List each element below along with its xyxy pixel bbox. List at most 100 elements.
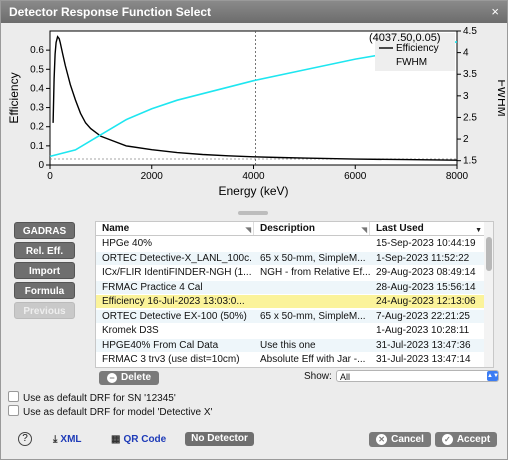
default-model-label: Use as default DRF for model 'Detective … bbox=[23, 407, 213, 418]
y2-tick-label: 1.5 bbox=[463, 156, 477, 167]
cell-last-used: 1-Aug-2023 10:28:11 bbox=[376, 325, 470, 336]
xml-label: XML bbox=[60, 434, 82, 445]
no-detector-button[interactable]: No Detector bbox=[185, 432, 254, 446]
y-tick-label: 0.2 bbox=[30, 122, 44, 133]
scrollbar-thumb[interactable] bbox=[486, 237, 492, 271]
sort-icon[interactable]: ◥ bbox=[362, 224, 367, 237]
cell-name: ICx/FLIR IdentiFINDER-NGH (1... bbox=[102, 267, 252, 278]
table-row[interactable]: FRMAC Practice 4 Cal 28-Aug-2023 15:56:14 bbox=[96, 280, 484, 294]
cell-description: Use this one bbox=[260, 339, 316, 351]
source-button-1[interactable]: Rel. Eff. bbox=[14, 242, 75, 259]
default-sn-checkbox[interactable]: Use as default DRF for SN '12345' bbox=[8, 391, 176, 404]
show-select[interactable]: All ▲▼ bbox=[336, 370, 499, 382]
x-tick-label: 2000 bbox=[141, 171, 164, 182]
y2-tick-label: 3.5 bbox=[463, 69, 477, 80]
drf-chart[interactable]: 0 2000 4000 6000 8000 0 0.1 0.2 0.3 0.4 0.5 0.6 1.5 2… bbox=[5, 25, 505, 205]
drf-source-buttons: GADRAS Rel. Eff. Import Formula Previous bbox=[14, 222, 75, 322]
column-header-name[interactable]: Name ◥ bbox=[96, 222, 254, 235]
table-row[interactable]: Efficiency 16-Jul-2023 13:03:0... 24-Aug-… bbox=[96, 295, 484, 308]
accept-check-icon: ✓ bbox=[441, 434, 453, 445]
default-sn-label: Use as default DRF for SN '12345' bbox=[23, 393, 176, 404]
table-row[interactable]: ICx/FLIR IdentiFINDER-NGH (1... NGH - fro… bbox=[96, 266, 484, 279]
show-select-value: All bbox=[340, 372, 351, 382]
cell-last-used: 24-Aug-2023 12:13:06 bbox=[376, 296, 476, 307]
table-scrollbar[interactable] bbox=[484, 222, 493, 367]
y2-tick-label: 4.5 bbox=[463, 26, 477, 37]
table-header: Name ◥ Description ◥ Last Used ▼ bbox=[96, 222, 484, 236]
cell-name: ORTEC Detective EX-100 (50%) bbox=[102, 310, 247, 322]
qr-label: QR Code bbox=[123, 434, 167, 445]
y-tick-label: 0.5 bbox=[30, 64, 44, 75]
cell-last-used: 1-Sep-2023 11:52:22 bbox=[376, 252, 470, 264]
title-bar[interactable]: Detector Response Function Select × bbox=[1, 1, 507, 23]
table-row[interactable]: FRMAC 3 trv3 (use dist=10cm) Absolute Eff… bbox=[96, 353, 484, 366]
column-header-description[interactable]: Description ◥ bbox=[254, 222, 370, 235]
sort-icon[interactable]: ◥ bbox=[246, 224, 251, 237]
y-tick-label: 0.4 bbox=[30, 83, 44, 94]
cell-name: HPGe 40% bbox=[102, 238, 153, 249]
close-icon[interactable]: × bbox=[491, 4, 499, 19]
table-row[interactable]: ORTEC Detective EX-100 (50%) 65 x 50-mm, … bbox=[96, 309, 484, 323]
table-row[interactable]: Kromek D3S 1-Aug-2023 10:28:11 bbox=[96, 324, 484, 337]
qr-code-icon: ▦ bbox=[111, 434, 121, 445]
column-header-description-label: Description bbox=[260, 223, 316, 234]
checkbox-box[interactable] bbox=[8, 405, 19, 416]
cell-description: NGH - from Relative Ef... bbox=[260, 267, 370, 278]
cell-description: 65 x 50-mm, SimpleM... bbox=[260, 252, 366, 264]
delete-label: Delete bbox=[120, 372, 151, 383]
x-tick-label: 6000 bbox=[344, 171, 367, 182]
cell-name: ORTEC Detective-X_LANL_100c... bbox=[102, 252, 252, 264]
qr-code-link[interactable]: ▦ QR Code bbox=[111, 434, 166, 445]
download-icon: ⤓ bbox=[53, 434, 58, 445]
dialog-title: Detector Response Function Select bbox=[9, 5, 212, 19]
help-icon[interactable]: ? bbox=[18, 432, 32, 446]
y2-tick-label: 3 bbox=[463, 91, 469, 102]
select-arrows-icon: ▲▼ bbox=[487, 371, 499, 381]
delete-button[interactable]: − Delete bbox=[99, 371, 159, 385]
default-model-checkbox[interactable]: Use as default DRF for model 'Detective … bbox=[8, 405, 212, 418]
cell-last-used: 7-Aug-2023 22:21:25 bbox=[376, 310, 470, 322]
checkbox-box[interactable] bbox=[8, 391, 19, 402]
cell-name: Kromek D3S bbox=[102, 325, 159, 336]
minus-icon: − bbox=[106, 373, 117, 383]
cell-last-used: 31-Jul-2023 13:47:14 bbox=[376, 354, 471, 365]
column-header-last-used[interactable]: Last Used ▼ bbox=[370, 222, 484, 235]
y-tick-label: 0.3 bbox=[30, 103, 44, 114]
cancel-label: Cancel bbox=[391, 434, 424, 445]
cell-name: FRMAC Practice 4 Cal bbox=[102, 281, 203, 293]
x-tick-label: 4000 bbox=[242, 171, 265, 182]
cell-description: 65 x 50-mm, SimpleM... bbox=[260, 310, 366, 322]
table-row[interactable]: HPGe 40% 15-Sep-2023 10:44:19 bbox=[96, 237, 484, 250]
column-header-last-used-label: Last Used bbox=[376, 223, 424, 234]
x-tick-label: 8000 bbox=[446, 171, 469, 182]
y-axis-label: Efficiency bbox=[7, 72, 21, 123]
sort-desc-icon[interactable]: ▼ bbox=[475, 224, 482, 237]
legend-label-fwhm: FWHM bbox=[396, 57, 427, 68]
table-row[interactable]: HPGE40% From Cal Data Use this one 31-Jul-… bbox=[96, 338, 484, 352]
y2-tick-label: 2 bbox=[463, 134, 469, 145]
source-button-2[interactable]: Import bbox=[14, 262, 75, 279]
source-button-0[interactable]: GADRAS bbox=[14, 222, 75, 239]
cancel-button[interactable]: ✕ Cancel bbox=[369, 432, 431, 447]
cell-name: HPGE40% From Cal Data bbox=[102, 339, 219, 351]
splitter-handle[interactable] bbox=[238, 211, 268, 215]
cell-name: Efficiency 16-Jul-2023 13:03:0... bbox=[102, 296, 245, 307]
table-row[interactable]: ORTEC Detective-X_LANL_100c... 65 x 50-mm… bbox=[96, 251, 484, 265]
y2-axis-label: FWHM bbox=[495, 79, 505, 116]
xml-export-link[interactable]: ⤓ XML bbox=[53, 434, 82, 445]
cell-description: Absolute Eff with Jar -... bbox=[260, 354, 366, 365]
accept-button[interactable]: ✓ Accept bbox=[435, 432, 497, 447]
cell-last-used: 28-Aug-2023 15:56:14 bbox=[376, 281, 476, 293]
source-button-4[interactable]: Previous bbox=[14, 302, 75, 319]
y2-tick-label: 4 bbox=[463, 48, 469, 59]
y-tick-label: 0 bbox=[38, 160, 44, 171]
accept-label: Accept bbox=[456, 434, 491, 445]
show-label: Show: bbox=[304, 371, 332, 382]
cell-last-used: 15-Sep-2023 10:44:19 bbox=[376, 238, 476, 249]
cell-last-used: 29-Aug-2023 08:49:14 bbox=[376, 267, 476, 278]
x-axis-label: Energy (keV) bbox=[218, 184, 288, 198]
x-tick-label: 0 bbox=[47, 171, 53, 182]
y2-tick-label: 2.5 bbox=[463, 112, 477, 123]
source-button-3[interactable]: Formula bbox=[14, 282, 75, 299]
legend-label-efficiency: Efficiency bbox=[396, 43, 439, 54]
